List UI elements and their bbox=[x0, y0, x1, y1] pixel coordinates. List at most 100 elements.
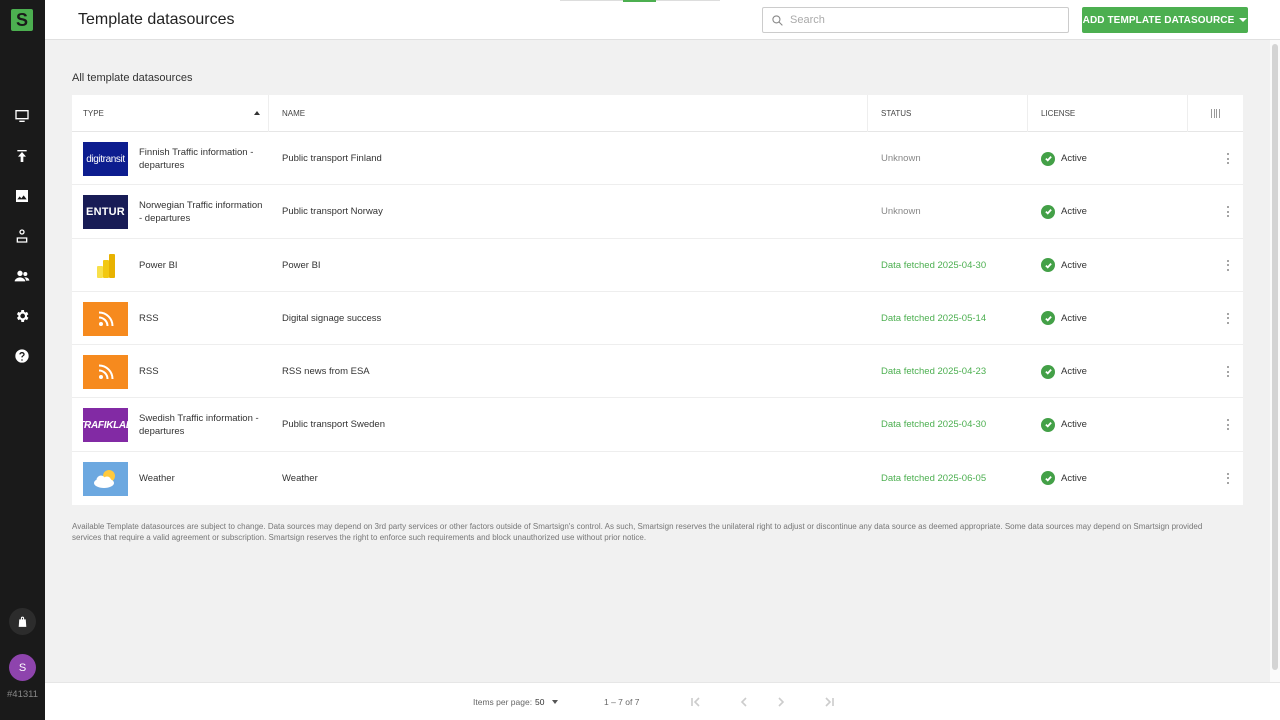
license-cell: Active bbox=[1041, 398, 1087, 451]
column-label: TYPE bbox=[83, 109, 104, 118]
table-header: TYPE NAME STATUS LICENSE bbox=[72, 95, 1243, 132]
license-label: Active bbox=[1061, 419, 1087, 431]
items-per-page-label: Items per page: bbox=[473, 697, 533, 707]
digitransit-logo: digitransit bbox=[83, 142, 128, 176]
table-row[interactable]: digitransit Finnish Traffic information … bbox=[72, 132, 1243, 186]
license-label: Active bbox=[1061, 472, 1087, 484]
row-menu-button[interactable] bbox=[1225, 205, 1231, 218]
name-cell: Digital signage success bbox=[282, 312, 382, 324]
upload-icon[interactable] bbox=[12, 146, 32, 166]
type-label: RSS bbox=[139, 366, 159, 378]
type-label: Weather bbox=[139, 472, 175, 484]
column-label: STATUS bbox=[881, 109, 912, 118]
previous-page-button[interactable] bbox=[736, 694, 752, 710]
sidebar: S S #41311 bbox=[0, 0, 45, 720]
avatar[interactable]: S bbox=[9, 654, 36, 681]
license-cell: Active bbox=[1041, 292, 1087, 345]
row-menu-button[interactable] bbox=[1225, 365, 1231, 378]
table-row[interactable]: Power BI Power BI Data fetched 2025-04-3… bbox=[72, 239, 1243, 292]
license-cell: Active bbox=[1041, 132, 1087, 185]
account-id: #41311 bbox=[7, 689, 38, 700]
next-page-button[interactable] bbox=[773, 694, 789, 710]
shopping-bag-icon bbox=[18, 616, 27, 627]
columns-icon bbox=[1211, 109, 1220, 118]
row-menu-button[interactable] bbox=[1225, 152, 1231, 165]
datasources-table: TYPE NAME STATUS LICENSE digitransit Fin… bbox=[72, 95, 1243, 506]
name-cell: Public transport Norway bbox=[282, 206, 383, 218]
column-label: LICENSE bbox=[1041, 109, 1076, 118]
help-icon[interactable] bbox=[12, 346, 32, 366]
check-circle-icon bbox=[1041, 417, 1055, 432]
search-box[interactable] bbox=[762, 7, 1069, 33]
add-button-label: ADD TEMPLATE DATASOURCE bbox=[1082, 14, 1235, 26]
table-row[interactable]: RSS RSS news from ESA Data fetched 2025-… bbox=[72, 345, 1243, 399]
check-circle-icon bbox=[1041, 151, 1055, 166]
status-cell: Data fetched 2025-04-30 bbox=[881, 419, 987, 431]
gear-icon[interactable] bbox=[12, 306, 32, 326]
monitor-icon[interactable] bbox=[12, 106, 32, 126]
status-cell: Data fetched 2025-05-14 bbox=[881, 312, 987, 324]
sort-ascending-icon bbox=[254, 111, 260, 115]
license-label: Active bbox=[1061, 153, 1087, 164]
license-cell: Active bbox=[1041, 452, 1087, 505]
type-label: Finnish Traffic information - departures bbox=[139, 146, 254, 171]
column-header-type[interactable]: TYPE bbox=[72, 95, 269, 132]
items-per-page-select[interactable]: 50 bbox=[535, 697, 544, 707]
table-row[interactable]: RSS Digital signage success Data fetched… bbox=[72, 292, 1243, 346]
license-cell: Active bbox=[1041, 185, 1087, 238]
type-label: RSS bbox=[139, 312, 159, 324]
page-range: 1 – 7 of 7 bbox=[604, 697, 640, 707]
name-cell: Power BI bbox=[282, 259, 321, 271]
table-row[interactable]: TRAFIKLAB Swedish Traffic information - … bbox=[72, 398, 1243, 452]
column-header-status[interactable]: STATUS bbox=[868, 95, 1028, 132]
search-input[interactable] bbox=[790, 14, 1050, 26]
type-label: Norwegian Traffic information - departur… bbox=[139, 199, 263, 224]
people-icon[interactable] bbox=[12, 266, 32, 286]
column-label: NAME bbox=[282, 109, 306, 118]
status-cell: Data fetched 2025-06-05 bbox=[881, 472, 987, 484]
disclaimer-text: Available Template datasources are subje… bbox=[72, 522, 1203, 542]
caret-down-icon[interactable] bbox=[552, 700, 558, 704]
chevron-left-icon bbox=[740, 697, 747, 707]
first-page-button[interactable] bbox=[688, 694, 704, 710]
search-icon bbox=[772, 14, 783, 26]
column-settings-button[interactable] bbox=[1188, 95, 1243, 132]
license-cell: Active bbox=[1041, 345, 1087, 398]
row-menu-button[interactable] bbox=[1225, 259, 1231, 272]
section-title: All template datasources bbox=[72, 72, 193, 84]
row-menu-button[interactable] bbox=[1225, 472, 1231, 485]
column-header-license[interactable]: LICENSE bbox=[1028, 95, 1188, 132]
pagination-bar: Items per page: 50 1 – 7 of 7 bbox=[45, 682, 1280, 720]
rss-icon bbox=[83, 301, 128, 336]
last-page-icon bbox=[825, 697, 834, 707]
first-page-icon bbox=[691, 697, 700, 707]
row-menu-button[interactable] bbox=[1225, 418, 1231, 431]
check-circle-icon bbox=[1041, 204, 1055, 219]
table-row[interactable]: Weather Weather Data fetched 2025-06-05 … bbox=[72, 452, 1243, 505]
header: Template datasources ADD TEMPLATE DATASO… bbox=[45, 0, 1280, 40]
status-cell: Unknown bbox=[881, 206, 921, 218]
license-label: Active bbox=[1061, 259, 1087, 271]
check-circle-icon bbox=[1041, 258, 1055, 273]
image-icon[interactable] bbox=[12, 186, 32, 206]
status-cell: Data fetched 2025-04-30 bbox=[881, 259, 987, 271]
shop-bag-button[interactable] bbox=[9, 608, 36, 635]
power-bi-logo bbox=[83, 248, 128, 283]
name-cell: Weather bbox=[282, 472, 318, 484]
entur-logo: ENTUR bbox=[83, 195, 128, 230]
table-row[interactable]: ENTUR Norwegian Traffic information - de… bbox=[72, 185, 1243, 239]
license-label: Active bbox=[1061, 366, 1087, 378]
license-label: Active bbox=[1061, 312, 1087, 324]
last-page-button[interactable] bbox=[821, 694, 837, 710]
column-header-name[interactable]: NAME bbox=[269, 95, 868, 132]
scrollbar-thumb[interactable] bbox=[1272, 44, 1278, 670]
row-menu-button[interactable] bbox=[1225, 312, 1231, 325]
rss-icon bbox=[83, 355, 128, 390]
user-badge-icon[interactable] bbox=[12, 226, 32, 246]
top-tab-indicator bbox=[623, 0, 656, 2]
add-template-datasource-button[interactable]: ADD TEMPLATE DATASOURCE bbox=[1082, 7, 1248, 33]
type-label: Power BI bbox=[139, 259, 178, 271]
chevron-right-icon bbox=[778, 697, 785, 707]
status-cell: Data fetched 2025-04-23 bbox=[881, 366, 987, 378]
smartsign-logo[interactable]: S bbox=[11, 9, 33, 31]
